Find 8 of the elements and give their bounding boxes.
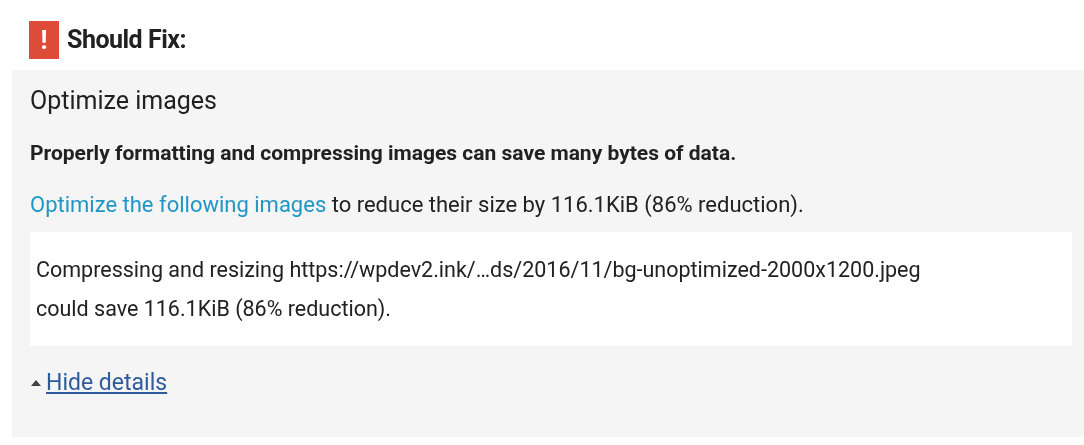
details-text: could save 116.1KiB (86% reduction). [36,295,393,323]
warning-icon: ! [29,21,59,59]
hide-details-link[interactable]: Hide details [46,366,168,401]
rule-title: Optimize images [30,85,218,117]
savings-text: Optimize the following images to reduce their size by 116.1KiB (86% reduction). [30,191,805,219]
details-text: Compressing and resizing https://wpdev2.ink/…ds/2016/11/bg-unoptimized-2000x1200.jpeg [36,256,922,284]
section-heading: Should Fix: [67,24,186,57]
rule-summary: Properly formatting and compressing images can save many bytes of data. [30,140,738,167]
